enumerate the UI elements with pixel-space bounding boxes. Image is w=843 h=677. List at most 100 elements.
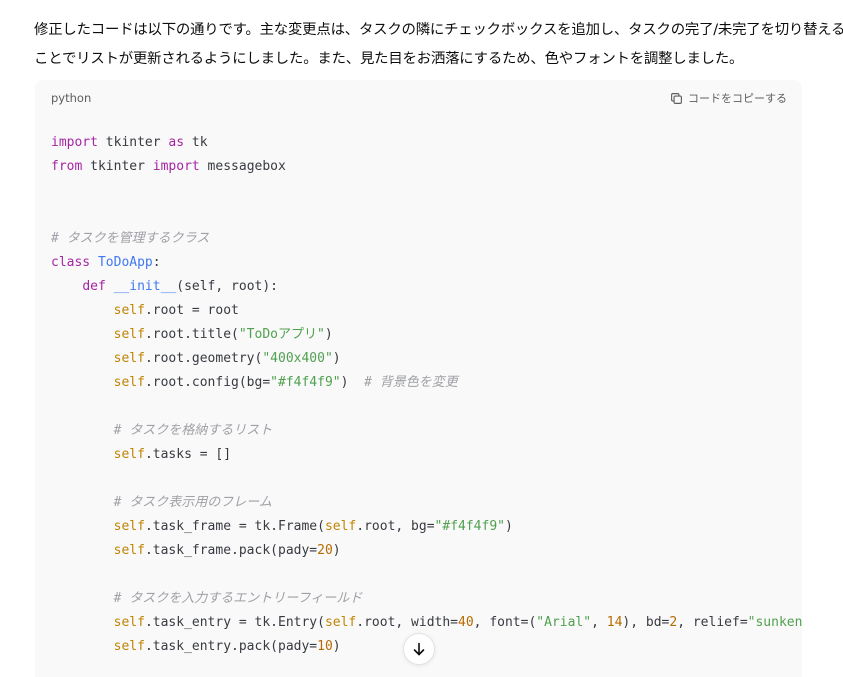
code-token: self bbox=[324, 519, 357, 534]
code-line: def __init__(self, root): bbox=[51, 275, 802, 299]
code-line: # タスクを格納するリスト bbox=[51, 419, 802, 443]
code-token: # 背景色を変更 bbox=[364, 375, 458, 390]
code-token: ) bbox=[332, 639, 341, 654]
scroll-to-bottom-button[interactable] bbox=[403, 633, 435, 665]
code-token: 40 bbox=[458, 615, 474, 630]
code-token: ) bbox=[505, 519, 513, 534]
code-token: 10 bbox=[317, 639, 333, 654]
code-line: self.tasks = [] bbox=[51, 443, 802, 467]
code-token: ) bbox=[332, 351, 341, 366]
copy-code-button[interactable]: コードをコピーする bbox=[670, 90, 787, 106]
code-content: import tkinter as tk from tkinter import … bbox=[51, 131, 802, 659]
code-token: , relief= bbox=[677, 615, 748, 630]
copy-code-label: コードをコピーする bbox=[688, 92, 787, 105]
copy-icon bbox=[670, 92, 683, 105]
code-line: self.task_frame = tk.Frame(self.root, bg… bbox=[51, 515, 802, 539]
code-line: self.root.geometry("400x400") bbox=[51, 347, 802, 371]
assistant-message: 修正したコードは以下の通りです。主な変更点は、タスクの隣にチェックボックスを追加… bbox=[34, 16, 843, 74]
code-token: , font=( bbox=[473, 615, 537, 630]
code-token: # タスクを入力するエントリーフィールド bbox=[113, 591, 363, 606]
arrow-down-icon bbox=[413, 642, 425, 656]
code-line: # タスク表示用のフレーム bbox=[51, 491, 802, 515]
code-line: # タスクを入力するエントリーフィールド bbox=[51, 587, 802, 611]
code-token: 20 bbox=[317, 543, 333, 558]
code-token: self bbox=[113, 615, 145, 630]
code-token: messagebox bbox=[199, 159, 286, 174]
code-token: self bbox=[324, 615, 357, 630]
code-token: from bbox=[51, 159, 83, 174]
code-token: ) bbox=[340, 375, 365, 390]
code-line: self.root.title("ToDoアプリ") bbox=[51, 323, 802, 347]
code-line: class ToDoApp: bbox=[51, 251, 802, 275]
code-token: "400x400" bbox=[262, 351, 333, 366]
code-language-label: python bbox=[51, 91, 92, 105]
code-token: ToDoApp bbox=[97, 255, 153, 270]
message-line-2: ことでリストが更新されるようにしました。また、見た目をお洒落にするため、色やフォ… bbox=[34, 51, 744, 67]
code-token: import bbox=[51, 135, 98, 150]
code-token: tkinter bbox=[82, 159, 153, 174]
code-token: .root = root bbox=[144, 303, 239, 318]
code-block: python コードをコピーする import tkinter as tk fro… bbox=[35, 80, 802, 677]
code-token: , bbox=[591, 615, 607, 630]
code-token: self bbox=[113, 447, 145, 462]
code-token: self bbox=[113, 303, 145, 318]
code-line: self.task_entry = tk.Entry(self.root, wi… bbox=[51, 611, 802, 635]
code-token: self bbox=[113, 519, 145, 534]
code-token: ) bbox=[332, 543, 341, 558]
code-token: (self, root): bbox=[176, 279, 278, 294]
code-token: self bbox=[113, 327, 145, 342]
code-line: self.root.config(bg="#f4f4f9") # 背景色を変更 bbox=[51, 371, 802, 395]
code-line: self.task_frame.pack(pady=20) bbox=[51, 539, 802, 563]
code-line: self.root = root bbox=[51, 299, 802, 323]
code-token: "#f4f4f9" bbox=[434, 519, 505, 534]
code-token: .root, width= bbox=[356, 615, 459, 630]
code-token: "ToDoアプリ" bbox=[238, 327, 325, 342]
code-token: self bbox=[113, 639, 145, 654]
code-token: ), bd= bbox=[622, 615, 670, 630]
message-line-1: 修正したコードは以下の通りです。主な変更点は、タスクの隣にチェックボックスを追加… bbox=[34, 22, 843, 38]
code-block-header: python コードをコピーする bbox=[35, 80, 802, 118]
code-token: # タスク表示用のフレーム bbox=[113, 495, 272, 510]
code-token: .task_frame.pack(pady= bbox=[144, 543, 318, 558]
code-token: "Arial" bbox=[536, 615, 592, 630]
code-token: : bbox=[152, 255, 161, 270]
code-token: class bbox=[51, 255, 91, 270]
code-token: as bbox=[168, 135, 185, 150]
code-token: # タスクを管理するクラス bbox=[51, 231, 210, 246]
code-token: import bbox=[152, 159, 200, 174]
code-token: tk bbox=[184, 135, 208, 150]
code-line: from tkinter import messagebox bbox=[51, 155, 802, 179]
code-token: .task_entry = tk.Entry( bbox=[144, 615, 325, 630]
code-token: ) bbox=[324, 327, 333, 342]
code-token: # タスクを格納するリスト bbox=[113, 423, 273, 438]
code-token: .tasks = [] bbox=[144, 447, 232, 462]
code-token: .root.geometry( bbox=[144, 351, 263, 366]
code-token: .root, bg= bbox=[356, 519, 435, 534]
code-token: .root.config(bg= bbox=[144, 375, 271, 390]
code-token: .task_frame = tk.Frame( bbox=[144, 519, 325, 534]
code-token: self bbox=[113, 375, 145, 390]
code-token: def bbox=[82, 279, 106, 294]
code-token: .task_entry.pack(pady= bbox=[144, 639, 318, 654]
code-token: self bbox=[113, 543, 145, 558]
code-token: self bbox=[113, 351, 145, 366]
code-line: # タスクを管理するクラス bbox=[51, 227, 802, 251]
code-token: "#f4f4f9" bbox=[270, 375, 341, 390]
